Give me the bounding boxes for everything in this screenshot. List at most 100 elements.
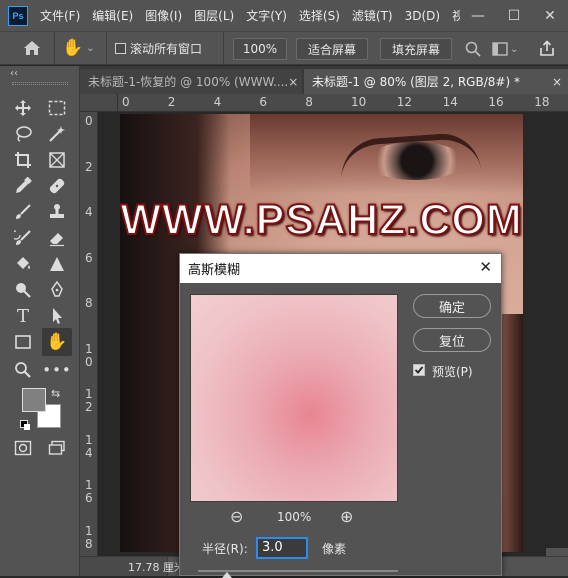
share-icon (540, 39, 554, 56)
pen-tool[interactable] (44, 278, 70, 302)
share-button[interactable] (536, 37, 558, 59)
eraser-tool[interactable] (44, 226, 70, 250)
paint-bucket-icon (17, 257, 30, 269)
more-tools-button[interactable]: ••• (42, 358, 71, 382)
workspace-switcher[interactable]: ⌄ (492, 38, 522, 60)
move-tool[interactable] (10, 96, 36, 120)
triangle-icon (50, 257, 64, 271)
lasso-icon (16, 126, 32, 142)
hand-tool-preset[interactable]: ✋ ⌄ (62, 37, 104, 59)
default-colors-icon[interactable] (20, 420, 30, 430)
scroll-all-checkbox[interactable] (115, 43, 126, 54)
crop-tool[interactable] (10, 148, 36, 172)
reset-button[interactable]: 复位 (413, 328, 491, 352)
menu-image[interactable]: 图像(I) (145, 7, 182, 24)
ruler-tick-label: 1 2 (85, 387, 93, 414)
magic-wand-icon (49, 126, 65, 142)
collapse-panel-icon[interactable]: ‹‹ (10, 68, 18, 79)
checkmark-icon (414, 366, 424, 374)
zoom-100-button[interactable]: 100% (233, 38, 287, 60)
clone-stamp-tool[interactable] (44, 200, 70, 224)
close-window-button[interactable]: ✕ (532, 8, 568, 24)
frame-tool[interactable] (44, 148, 70, 172)
zoom-out-icon[interactable]: ⊖ (230, 507, 243, 526)
tools-panel: ‹‹ T ✋ ••• ⇆ (0, 66, 80, 576)
brush-icon (16, 204, 31, 219)
brush-tool[interactable] (10, 200, 36, 224)
tab-label: 未标题-1-恢复的 @ 100% (WWW.... (88, 75, 289, 89)
fill-screen-button[interactable]: 填充屏幕 (380, 38, 452, 60)
dialog-titlebar[interactable]: 高斯模糊 ✕ (180, 254, 501, 283)
ruler-tick-label: 2 (85, 159, 93, 174)
hand-tool-active[interactable]: ✋ (42, 328, 72, 356)
vertical-ruler: 0 2 4 6 8 1 0 1 2 1 4 1 6 1 8 (80, 112, 98, 557)
preview-pane[interactable] (190, 294, 398, 502)
menu-file[interactable]: 文件(F) (40, 7, 80, 24)
menu-type[interactable]: 文字(Y) (246, 7, 287, 24)
screen-mode-button[interactable] (44, 436, 70, 460)
hand-icon: ✋ (62, 38, 84, 58)
arrow-cursor-icon (53, 308, 62, 324)
ruler-tick-label: 6 (259, 95, 268, 109)
separator (223, 32, 224, 65)
path-selection-tool[interactable] (44, 304, 70, 328)
bandage-icon (49, 178, 65, 194)
pen-icon (51, 281, 63, 297)
panel-grip[interactable] (12, 82, 68, 85)
healing-brush-tool[interactable] (44, 174, 70, 198)
ruler-tick-label: 8 (305, 95, 313, 109)
menu-filter[interactable]: 滤镜(T) (352, 7, 393, 24)
radius-label: 半径(R): (202, 542, 248, 556)
radius-input[interactable]: 3.0 (256, 537, 308, 559)
ruler-tick-label: 4 (85, 205, 93, 219)
dodge-icon (16, 283, 31, 298)
swap-colors-icon[interactable]: ⇆ (51, 387, 60, 400)
menu-select[interactable]: 选择(S) (299, 7, 340, 24)
ruler-tick-label: 0 (122, 95, 130, 109)
ruler-tick-label: 1 4 (85, 432, 93, 460)
lasso-tool[interactable] (10, 122, 36, 146)
move-icon (15, 100, 31, 116)
rectangle-tool[interactable] (10, 330, 36, 354)
foreground-color-swatch[interactable] (22, 388, 46, 412)
menu-layer[interactable]: 图层(L) (194, 7, 234, 24)
close-dialog-button[interactable]: ✕ (479, 258, 492, 276)
quick-mask-button[interactable] (10, 436, 36, 460)
zoom-tool[interactable] (10, 358, 36, 382)
radius-slider-handle[interactable] (222, 572, 232, 578)
home-button[interactable] (18, 37, 46, 59)
screen-mode-icon (48, 440, 65, 455)
zoom-in-icon[interactable]: ⊕ (340, 507, 353, 526)
eyedropper-icon (16, 177, 32, 193)
minimize-button[interactable]: — (460, 8, 496, 24)
home-icon (24, 41, 40, 55)
ruler-tick-label: 0 (85, 114, 93, 128)
ok-button[interactable]: 确定 (413, 294, 491, 318)
marquee-tool[interactable] (44, 96, 70, 120)
preview-label: 预览(P) (432, 365, 473, 379)
blur-tool[interactable] (44, 252, 70, 276)
chevron-down-icon: ⌄ (510, 43, 519, 55)
search-button[interactable] (462, 38, 484, 60)
marquee-icon (48, 100, 66, 116)
maximize-button[interactable]: ☐ (496, 8, 532, 24)
type-tool[interactable]: T (10, 304, 36, 328)
preview-checkbox[interactable] (413, 364, 425, 376)
watermark-text: WWW.PSAHZ.COM (120, 195, 523, 245)
menu-edit[interactable]: 编辑(E) (92, 7, 133, 24)
dodge-tool[interactable] (10, 278, 36, 302)
tab-active-document[interactable]: 未标题-1 @ 80% (图层 2, RGB/8#) * × (304, 69, 568, 94)
history-brush-tool[interactable] (10, 226, 36, 250)
tab-recovered-document[interactable]: 未标题-1-恢复的 @ 100% (WWW.... × (80, 69, 302, 94)
paint-bucket-tool[interactable] (10, 252, 36, 276)
preview-zoom-level: 100% (277, 510, 312, 524)
eyedropper-tool[interactable] (10, 174, 36, 198)
ruler-tick-label: 4 (213, 95, 222, 109)
close-tab-icon[interactable]: × (552, 75, 562, 89)
magic-wand-tool[interactable] (44, 122, 70, 146)
menu-3d[interactable]: 3D(D) (405, 9, 440, 23)
zoom-icon (15, 362, 31, 378)
ruler-tick-label: 10 (351, 95, 367, 109)
close-tab-icon[interactable]: × (288, 75, 298, 89)
fit-screen-button[interactable]: 适合屏幕 (296, 38, 368, 60)
